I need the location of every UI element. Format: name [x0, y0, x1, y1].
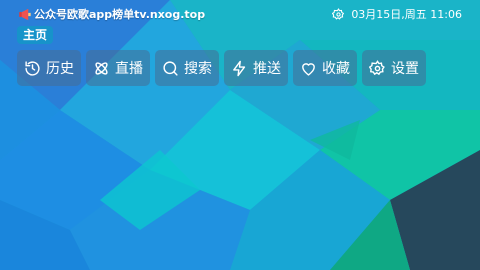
menu-label-search: 搜索 [184, 61, 212, 77]
background-pattern [0, 0, 480, 270]
status-area: 03月15日,周五 11:06 [332, 6, 462, 22]
megaphone-icon [19, 8, 31, 20]
menu-label-push: 推送 [253, 61, 281, 77]
push-icon [233, 60, 246, 76]
menu-label-history: 历史 [46, 61, 74, 77]
menu-item-search[interactable]: 搜索 [155, 50, 219, 86]
live-icon [95, 61, 108, 75]
top-bar: 公众号欧歌app榜单tv.nxog.top 03月15日,周五 11:06 [0, 0, 480, 26]
menu-label-settings: 设置 [391, 61, 419, 77]
tab-home[interactable]: 主页 [17, 26, 54, 44]
app-title: 公众号欧歌app榜单tv.nxog.top [18, 6, 205, 22]
menu-item-history[interactable]: 历史 [17, 50, 81, 86]
menu-label-favorites: 收藏 [322, 61, 350, 77]
heart-icon [302, 62, 315, 76]
menu-item-live[interactable]: 直播 [86, 50, 150, 86]
settings-small-icon[interactable] [332, 7, 345, 21]
menu-item-favorites[interactable]: 收藏 [293, 50, 357, 86]
main-menu: 历史 直播 搜索 推送 收藏 设置 [17, 50, 426, 86]
menu-label-live: 直播 [115, 61, 143, 77]
history-icon [25, 60, 40, 76]
date-time: 03月15日,周五 11:06 [351, 8, 462, 21]
app-title-text: 公众号欧歌app榜单tv.nxog.top [34, 8, 206, 21]
settings-icon [369, 59, 385, 75]
menu-item-settings[interactable]: 设置 [362, 50, 426, 86]
menu-item-push[interactable]: 推送 [224, 50, 288, 86]
search-icon [163, 60, 178, 76]
